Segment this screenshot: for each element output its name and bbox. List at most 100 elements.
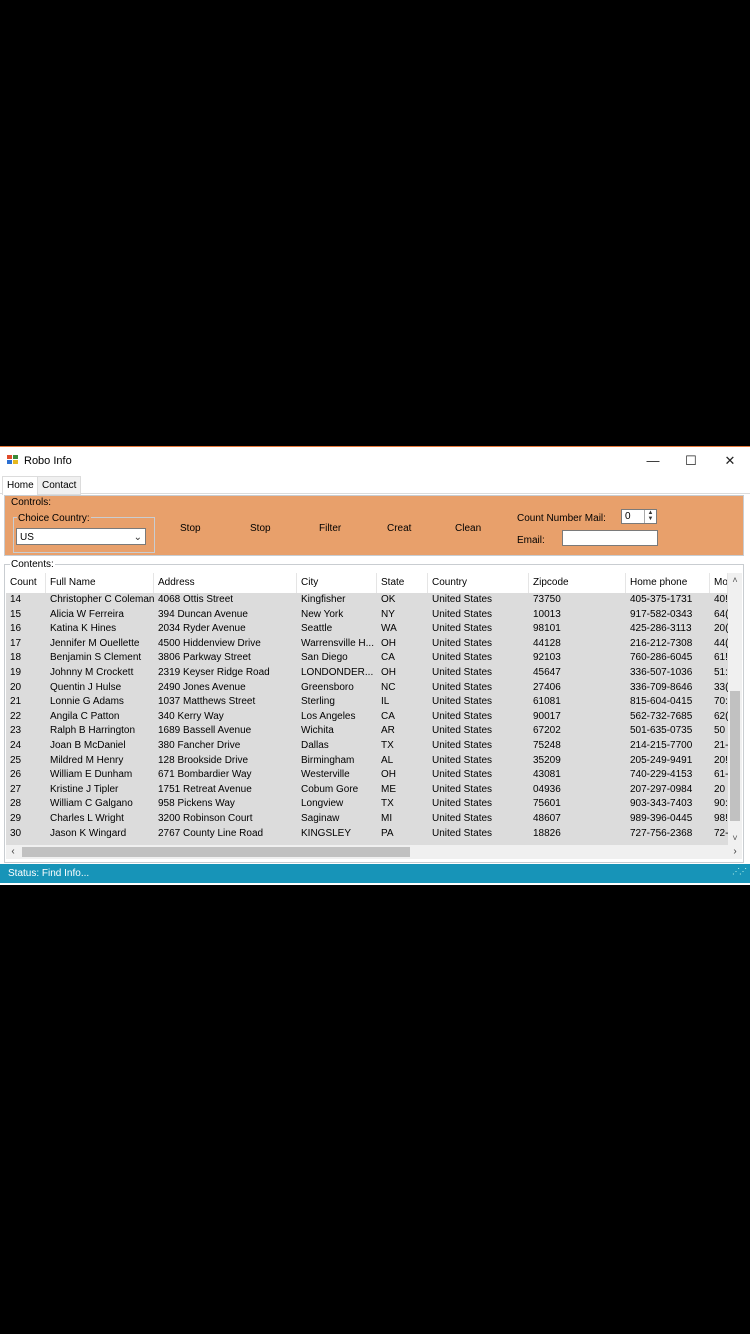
cell-full-name[interactable]: Angila C Patton — [46, 710, 154, 725]
cell-mobile[interactable]: 40! — [710, 593, 728, 608]
table-row[interactable]: 25 Mildred M Henry 128 Brookside Drive Birm… — [6, 754, 728, 769]
table-row[interactable]: 21 Lonnie G Adams 1037 Matthews Street Ster… — [6, 695, 728, 710]
cell-zipcode[interactable]: 75248 — [529, 739, 626, 754]
cell-full-name[interactable]: Quentin J Hulse — [46, 681, 154, 696]
cell-country[interactable]: United States — [428, 637, 529, 652]
clean-button[interactable]: Clean — [455, 523, 481, 534]
cell-address[interactable]: 2490 Jones Avenue — [154, 681, 297, 696]
cell-state[interactable]: TX — [377, 739, 428, 754]
close-button[interactable]: ✕ — [711, 449, 749, 473]
cell-count[interactable]: 16 — [6, 622, 46, 637]
spinner-arrows-icon[interactable]: ▲ ▼ — [644, 510, 656, 523]
table-row[interactable]: 30 Jason K Wingard 2767 County Line Road KI… — [6, 827, 728, 842]
col-full-name[interactable]: Full Name — [46, 573, 154, 593]
cell-city[interactable]: San Diego — [297, 651, 377, 666]
cell-city[interactable]: Longview — [297, 797, 377, 812]
cell-country[interactable]: United States — [428, 827, 529, 842]
cell-city[interactable]: New York — [297, 608, 377, 623]
table-row[interactable]: 20 Quentin J Hulse 2490 Jones Avenue Greens… — [6, 681, 728, 696]
cell-state[interactable]: CA — [377, 710, 428, 725]
cell-city[interactable]: Saginaw — [297, 812, 377, 827]
cell-home-phone[interactable]: 815-604-0415 — [626, 695, 710, 710]
cell-zipcode[interactable]: 90017 — [529, 710, 626, 725]
cell-mobile[interactable]: 51: — [710, 666, 728, 681]
cell-country[interactable]: United States — [428, 651, 529, 666]
cell-home-phone[interactable]: 917-582-0343 — [626, 608, 710, 623]
table-row[interactable]: 17 Jennifer M Ouellette 4500 Hiddenview Dr… — [6, 637, 728, 652]
cell-zipcode[interactable]: 04936 — [529, 783, 626, 798]
cell-mobile[interactable]: 72- — [710, 827, 728, 842]
cell-state[interactable]: CA — [377, 651, 428, 666]
cell-city[interactable]: LONDONDER... — [297, 666, 377, 681]
cell-state[interactable]: OH — [377, 637, 428, 652]
cell-zipcode[interactable]: 45647 — [529, 666, 626, 681]
scroll-down-icon[interactable]: ˅ — [728, 831, 742, 845]
cell-address[interactable]: 394 Duncan Avenue — [154, 608, 297, 623]
cell-country[interactable]: United States — [428, 812, 529, 827]
cell-address[interactable]: 4068 Ottis Street — [154, 593, 297, 608]
contacts-grid[interactable]: Count Full Name Address City State Count… — [6, 573, 742, 845]
cell-zipcode[interactable]: 92103 — [529, 651, 626, 666]
cell-address[interactable]: 671 Bombardier Way — [154, 768, 297, 783]
tab-home[interactable]: Home — [2, 476, 39, 495]
cell-home-phone[interactable]: 727-756-2368 — [626, 827, 710, 842]
cell-city[interactable]: Dallas — [297, 739, 377, 754]
cell-address[interactable]: 958 Pickens Way — [154, 797, 297, 812]
cell-city[interactable]: Seattle — [297, 622, 377, 637]
vertical-scrollbar[interactable]: ˄ ˅ — [728, 573, 742, 845]
scroll-left-icon[interactable]: ‹ — [6, 845, 20, 859]
cell-country[interactable]: United States — [428, 797, 529, 812]
cell-home-phone[interactable]: 336-709-8646 — [626, 681, 710, 696]
country-select[interactable]: US ⌄ — [16, 528, 146, 545]
cell-state[interactable]: ME — [377, 783, 428, 798]
col-city[interactable]: City — [297, 573, 377, 593]
cell-count[interactable]: 26 — [6, 768, 46, 783]
cell-state[interactable]: OH — [377, 666, 428, 681]
cell-zipcode[interactable]: 10013 — [529, 608, 626, 623]
cell-zipcode[interactable]: 18826 — [529, 827, 626, 842]
cell-state[interactable]: OH — [377, 768, 428, 783]
cell-count[interactable]: 27 — [6, 783, 46, 798]
col-count[interactable]: Count — [6, 573, 46, 593]
cell-country[interactable]: United States — [428, 695, 529, 710]
stop-button-1[interactable]: Stop — [180, 523, 201, 534]
col-address[interactable]: Address — [154, 573, 297, 593]
cell-mobile[interactable]: 98! — [710, 812, 728, 827]
cell-mobile[interactable]: 50 — [710, 724, 728, 739]
vertical-scroll-thumb[interactable] — [730, 691, 740, 821]
cell-count[interactable]: 30 — [6, 827, 46, 842]
cell-count[interactable]: 28 — [6, 797, 46, 812]
cell-count[interactable]: 14 — [6, 593, 46, 608]
cell-count[interactable]: 19 — [6, 666, 46, 681]
cell-address[interactable]: 340 Kerry Way — [154, 710, 297, 725]
cell-country[interactable]: United States — [428, 739, 529, 754]
cell-address[interactable]: 2767 County Line Road — [154, 827, 297, 842]
cell-address[interactable]: 2034 Ryder Avenue — [154, 622, 297, 637]
cell-full-name[interactable]: Lonnie G Adams — [46, 695, 154, 710]
table-row[interactable]: 22 Angila C Patton 340 Kerry Way Los Angele… — [6, 710, 728, 725]
cell-count[interactable]: 25 — [6, 754, 46, 769]
cell-home-phone[interactable]: 336-507-1036 — [626, 666, 710, 681]
maximize-button[interactable]: ☐ — [672, 449, 710, 473]
cell-mobile[interactable]: 44( — [710, 637, 728, 652]
cell-zipcode[interactable]: 43081 — [529, 768, 626, 783]
horizontal-scroll-thumb[interactable] — [22, 847, 410, 857]
cell-home-phone[interactable]: 562-732-7685 — [626, 710, 710, 725]
cell-country[interactable]: United States — [428, 783, 529, 798]
horizontal-scrollbar[interactable]: ‹ › — [6, 845, 742, 859]
cell-state[interactable]: AL — [377, 754, 428, 769]
cell-address[interactable]: 3200 Robinson Court — [154, 812, 297, 827]
cell-zipcode[interactable]: 48607 — [529, 812, 626, 827]
cell-mobile[interactable]: 61! — [710, 651, 728, 666]
cell-address[interactable]: 380 Fancher Drive — [154, 739, 297, 754]
cell-city[interactable]: Westerville — [297, 768, 377, 783]
cell-full-name[interactable]: Mildred M Henry — [46, 754, 154, 769]
cell-full-name[interactable]: Alicia W Ferreira — [46, 608, 154, 623]
cell-home-phone[interactable]: 425-286-3113 — [626, 622, 710, 637]
col-country[interactable]: Country — [428, 573, 529, 593]
cell-home-phone[interactable]: 216-212-7308 — [626, 637, 710, 652]
table-row[interactable]: 23 Ralph B Harrington 1689 Bassell Avenue W… — [6, 724, 728, 739]
cell-zipcode[interactable]: 98101 — [529, 622, 626, 637]
cell-mobile[interactable]: 61- — [710, 768, 728, 783]
cell-count[interactable]: 15 — [6, 608, 46, 623]
